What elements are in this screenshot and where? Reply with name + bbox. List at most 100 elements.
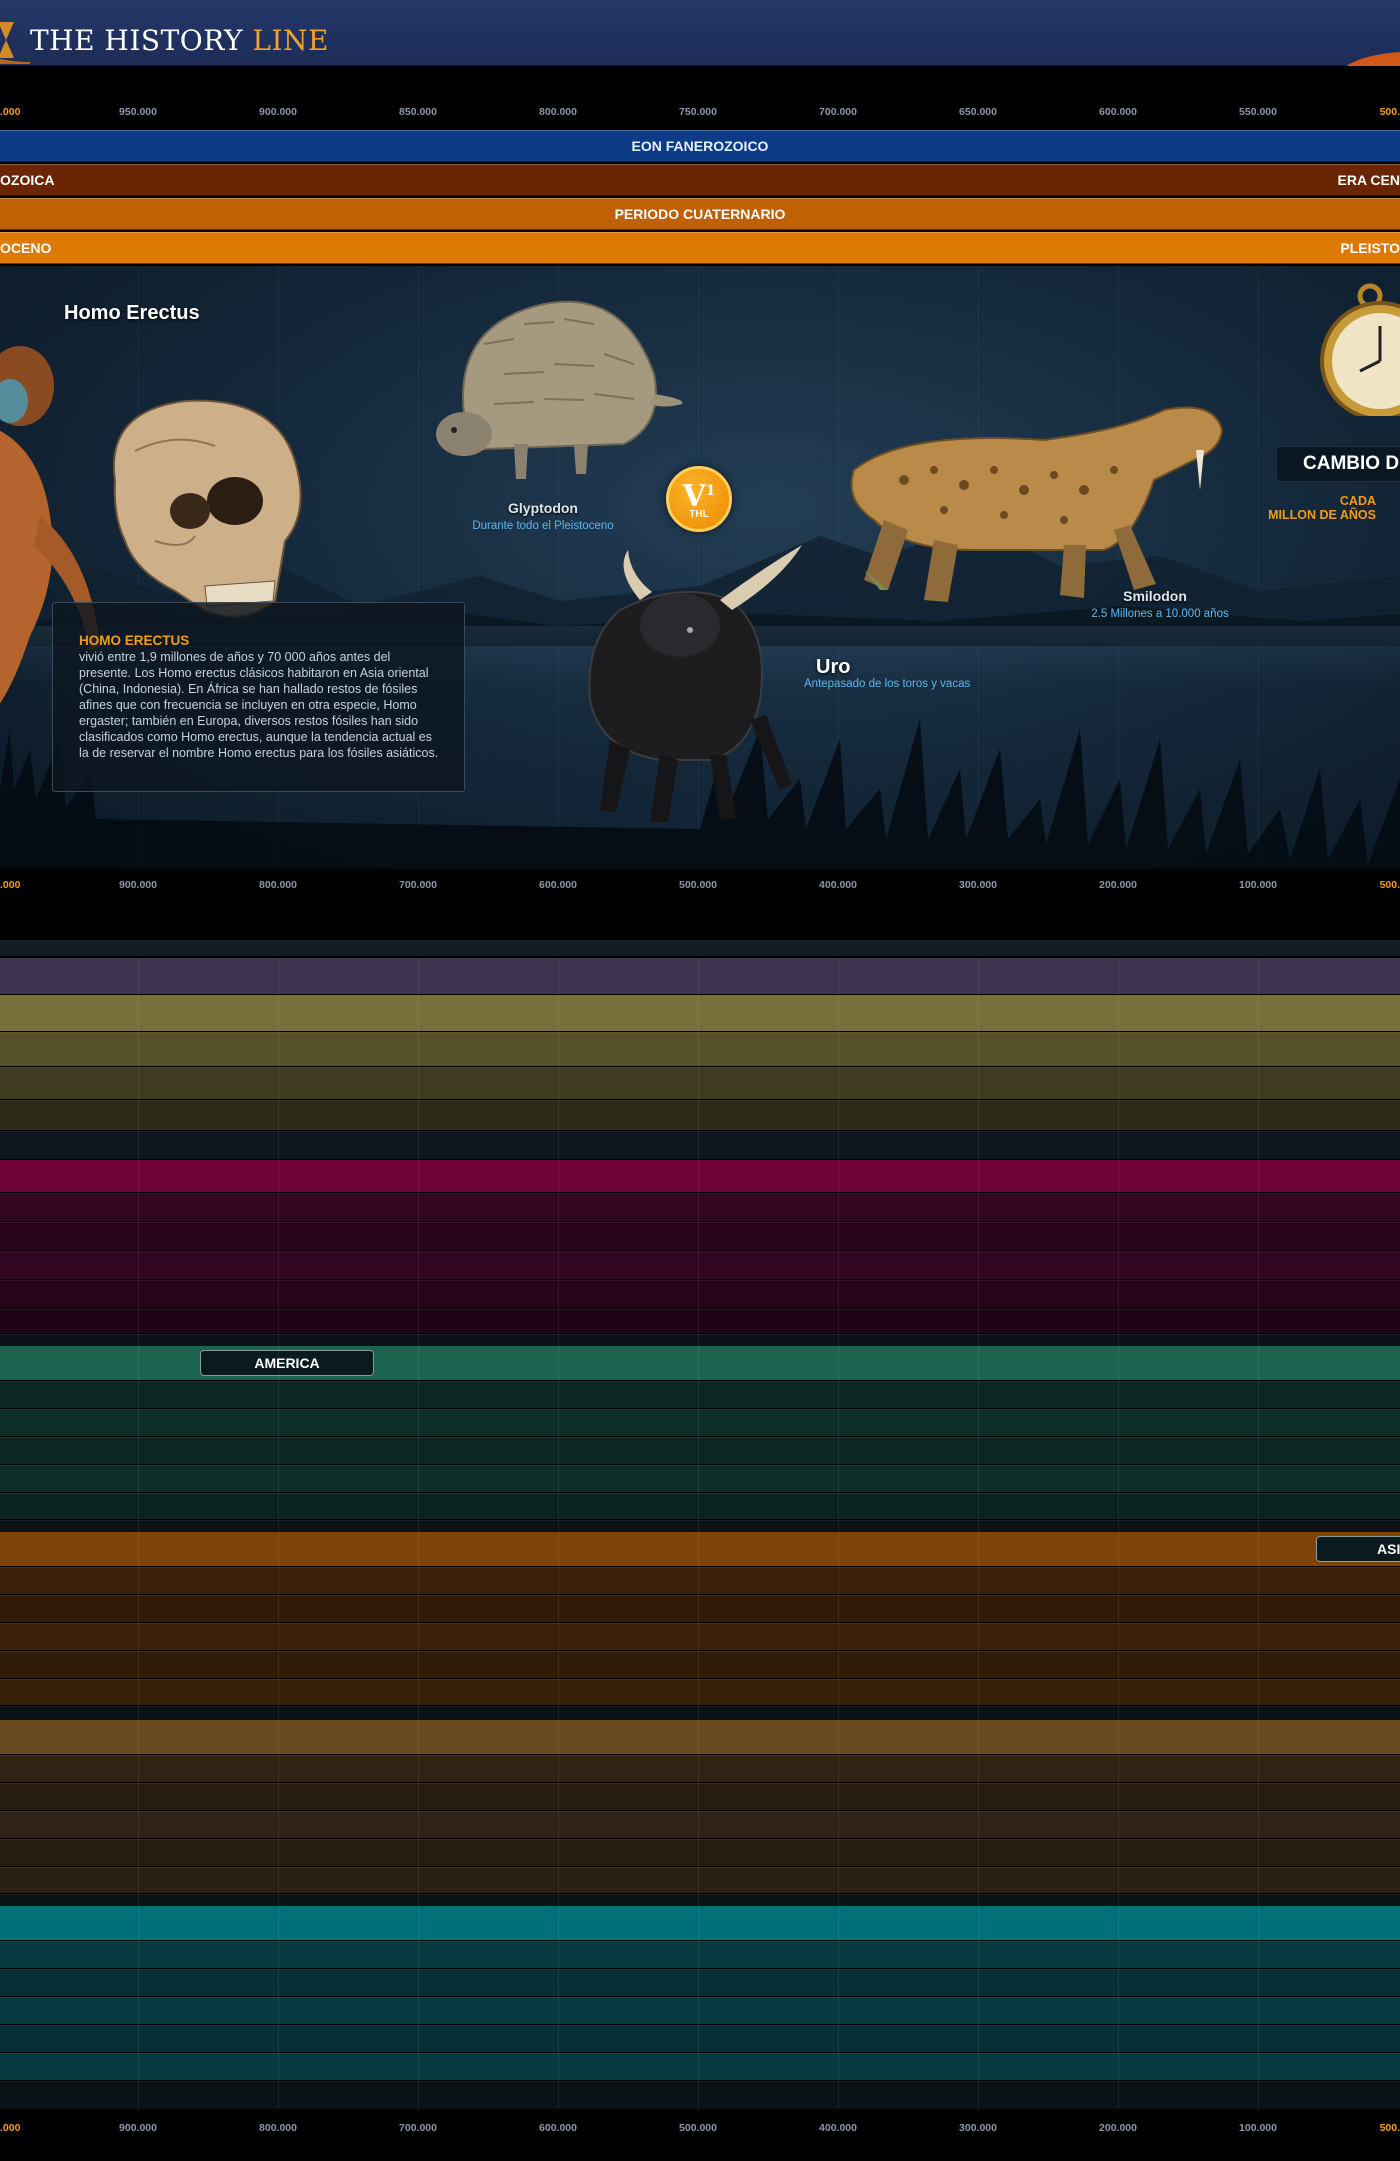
homo-erectus-skull-image[interactable]	[95, 391, 305, 631]
smilodon-image[interactable]	[824, 390, 1224, 610]
band-epoch-right-label: PLEISTO	[1340, 240, 1400, 256]
lane-olive-sub[interactable]	[0, 1067, 1400, 1099]
lane-spacer	[0, 1706, 1400, 1720]
lane-magenta-sub[interactable]	[0, 1193, 1400, 1221]
ruler-final-tick: 900.000	[119, 2122, 157, 2134]
info-box-text: vivió entre 1,9 millones de años y 70 00…	[79, 650, 439, 760]
lane-america-sub[interactable]	[0, 1437, 1400, 1464]
logo-accent-text: LINE	[252, 24, 329, 57]
lane-teal-sub[interactable]	[0, 1941, 1400, 1968]
band-eon[interactable]: EON FANEROZOICO	[0, 130, 1400, 162]
lane-olive-sub[interactable]	[0, 1100, 1400, 1130]
lane-tan-sub[interactable]	[0, 1867, 1400, 1893]
scene-title: Homo Erectus	[64, 302, 200, 324]
ruler-bottom-edge-left: .000	[0, 879, 21, 891]
lane-tan-sub[interactable]	[0, 1755, 1400, 1782]
ruler-final-edge-right: 500.	[1379, 2122, 1400, 2134]
lane-spacer	[0, 1131, 1400, 1159]
ruler-final-tick: 400.000	[819, 2122, 857, 2134]
info-box-title: HOMO ERECTUS	[79, 633, 190, 648]
ruler-top-edge-left: .000	[0, 106, 21, 118]
ruler-top-tick: 750.000	[679, 106, 717, 118]
lane-grid-line	[978, 958, 979, 2109]
band-epoch-left-label: OCENO	[0, 240, 52, 256]
lane-group-magenta-head[interactable]	[0, 1160, 1400, 1192]
lane-magenta-sub[interactable]	[0, 1309, 1400, 1333]
change-scale-box[interactable]: CAMBIO D	[1276, 446, 1400, 482]
ruler-final-tick: 100.000	[1239, 2122, 1277, 2134]
band-era-left-label: OZOICA	[0, 172, 55, 188]
ruler-bottom-tick: 400.000	[819, 879, 857, 891]
lane-america-sub[interactable]	[0, 1381, 1400, 1408]
lane-grid-line	[558, 958, 559, 2109]
lane-grid-line	[838, 958, 839, 2109]
lane-america-sub[interactable]	[0, 1465, 1400, 1492]
lane-teal-sub[interactable]	[0, 1969, 1400, 1996]
lane-grid-line	[698, 958, 699, 2109]
uro-subtitle: Antepasado de los toros y vacas	[804, 678, 971, 690]
logo-main-text: THE HISTORY	[30, 24, 253, 57]
lane-tan-sub[interactable]	[0, 1783, 1400, 1810]
smilodon-name: Smilodon	[1123, 588, 1187, 604]
region-label-asia[interactable]: ASI	[1316, 1536, 1400, 1562]
badge-sub-label: THL	[689, 509, 709, 520]
ruler-top: .000 950.000 900.000 850.000 800.000 750…	[0, 102, 1400, 122]
lane-spacer	[0, 2081, 1400, 2109]
lane-grid-line	[1118, 958, 1119, 2109]
band-eon-label: EON FANEROZOICO	[631, 138, 769, 154]
lane-teal-sub[interactable]	[0, 2053, 1400, 2080]
lane-magenta-sub[interactable]	[0, 1280, 1400, 1308]
ruler-top-tick: 800.000	[539, 106, 577, 118]
ruler-bottom-tick: 600.000	[539, 879, 577, 891]
lane-magenta-sub[interactable]	[0, 1251, 1400, 1279]
ruler-final-tick: 600.000	[539, 2122, 577, 2134]
lanes-top-strip	[0, 940, 1400, 956]
lane-spacer	[0, 1334, 1400, 1346]
lane-group-tan-head[interactable]	[0, 1720, 1400, 1754]
lane-group-olive-head[interactable]	[0, 995, 1400, 1031]
ruler-scene-bottom: .000 900.000 800.000 700.000 600.000 500…	[0, 875, 1400, 895]
lane-asia-sub[interactable]	[0, 1623, 1400, 1650]
glyptodon-name: Glyptodon	[508, 500, 578, 516]
lane-america-sub[interactable]	[0, 1493, 1400, 1519]
ruler-bottom-edge-right: 500.	[1379, 879, 1400, 891]
version-badge[interactable]: V1 THL	[666, 466, 732, 532]
ruler-bottom-tick: 100.000	[1239, 879, 1277, 891]
lane-teal-sub[interactable]	[0, 2025, 1400, 2052]
homo-erectus-info-box: HOMO ERECTUS vivió entre 1,9 millones de…	[52, 602, 465, 792]
lane-asia-sub[interactable]	[0, 1567, 1400, 1594]
lane-olive-sub[interactable]	[0, 1032, 1400, 1066]
lane-asia-sub[interactable]	[0, 1595, 1400, 1622]
band-era[interactable]: OZOICA ERA CEN	[0, 164, 1400, 196]
pocket-watch-icon[interactable]	[1300, 276, 1400, 416]
lane-grid-line	[138, 958, 139, 2109]
ruler-final-tick: 300.000	[959, 2122, 997, 2134]
ruler-bottom-tick: 700.000	[399, 879, 437, 891]
lane-magenta-sub[interactable]	[0, 1222, 1400, 1250]
lane-america-sub[interactable]	[0, 1409, 1400, 1436]
uro-bull-image[interactable]	[540, 530, 808, 830]
band-period[interactable]: PERIODO CUATERNARIO	[0, 198, 1400, 230]
ruler-bottom-tick: 500.000	[679, 879, 717, 891]
logo[interactable]: THE HISTORY LINE	[0, 18, 329, 64]
lane-asia-sub[interactable]	[0, 1651, 1400, 1678]
region-label-america[interactable]: AMERICA	[200, 1350, 374, 1376]
lane-tan-sub[interactable]	[0, 1839, 1400, 1866]
logo-text: THE HISTORY LINE	[30, 27, 329, 55]
glyptodon-image[interactable]	[424, 284, 686, 494]
ruler-top-tick: 900.000	[259, 106, 297, 118]
smilodon-subtitle: 2.5 Millones a 10.000 años	[1091, 608, 1229, 620]
lane-teal-sub[interactable]	[0, 1997, 1400, 2024]
lane-tan-sub[interactable]	[0, 1811, 1400, 1838]
band-epoch[interactable]: OCENO PLEISTO	[0, 232, 1400, 264]
lane-group-purple-head[interactable]	[0, 958, 1400, 994]
lane-group-asia-head[interactable]	[0, 1532, 1400, 1566]
ruler-bottom-tick: 900.000	[119, 879, 157, 891]
lane-group-teal-head[interactable]	[0, 1906, 1400, 1940]
lane-asia-sub[interactable]	[0, 1679, 1400, 1705]
badge-letter: V1	[682, 478, 715, 512]
lane-spacer	[0, 1520, 1400, 1532]
app-header: THE HISTORY LINE	[0, 0, 1400, 66]
ruler-final-tick: 700.000	[399, 2122, 437, 2134]
ruler-top-tick: 700.000	[819, 106, 857, 118]
